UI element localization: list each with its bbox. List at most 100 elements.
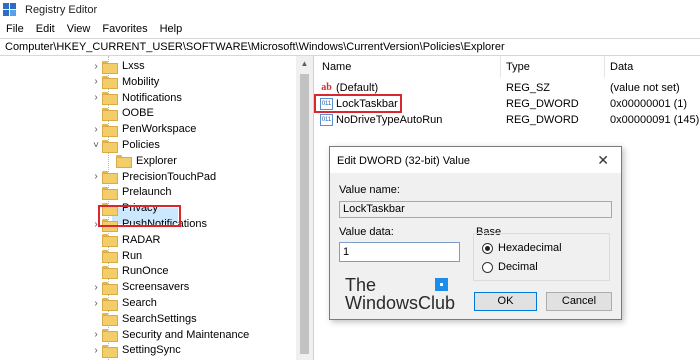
- folder-icon: [102, 186, 118, 200]
- address-bar[interactable]: Computer\HKEY_CURRENT_USER\SOFTWARE\Micr…: [0, 38, 700, 56]
- tree-item-label: PrecisionTouchPad: [122, 170, 217, 183]
- folder-icon: [102, 76, 118, 90]
- tree-item[interactable]: OOBE: [90, 105, 154, 121]
- folder-icon: [102, 329, 118, 343]
- folder-icon: [102, 171, 118, 185]
- folder-icon: [102, 139, 118, 153]
- tree-item[interactable]: RunOnce: [90, 263, 168, 279]
- close-icon[interactable]: ✕: [597, 152, 609, 169]
- value-name: NoDriveTypeAutoRun: [336, 114, 443, 126]
- tree-item[interactable]: › Screensavers: [90, 279, 189, 295]
- tree-item[interactable]: › Security and Maintenance: [90, 327, 249, 343]
- value-data-label: Value data:: [339, 226, 394, 238]
- tree-item-label: Security and Maintenance: [122, 328, 250, 341]
- tree-item-label: Screensavers: [122, 281, 190, 294]
- folder-icon: [102, 281, 118, 295]
- folder-icon: [102, 123, 118, 137]
- column-data[interactable]: Data: [604, 60, 633, 76]
- tree-item-label: OOBE: [122, 107, 154, 120]
- value-type: REG_SZ: [506, 82, 551, 94]
- tree-item[interactable]: RADAR: [90, 232, 161, 248]
- tree-item[interactable]: Explorer: [112, 153, 177, 169]
- value-type: REG_DWORD: [506, 98, 579, 110]
- chevron-right-icon[interactable]: ›: [90, 345, 102, 356]
- menu-bar: File Edit View Favorites Help: [0, 19, 700, 38]
- menu-favorites[interactable]: Favorites: [102, 23, 147, 35]
- tree-item[interactable]: › SettingSync: [90, 342, 181, 358]
- folder-icon: [116, 155, 132, 169]
- folder-icon: [102, 250, 118, 264]
- menu-view[interactable]: View: [67, 23, 91, 35]
- folder-icon: [102, 107, 118, 121]
- tree-item-label: Explorer: [136, 154, 177, 167]
- value-name: (Default): [336, 82, 379, 94]
- tree-item-label: PenWorkspace: [122, 123, 197, 136]
- folder-icon: [102, 60, 118, 74]
- radio-label: Decimal: [498, 261, 538, 273]
- string-value-icon: ab: [321, 82, 332, 93]
- tree-item[interactable]: › Lxss: [90, 58, 145, 74]
- tree-item[interactable]: ˅ Policies: [90, 137, 160, 153]
- radio-unselected-icon[interactable]: [482, 261, 493, 273]
- tree-item[interactable]: › Mobility: [90, 74, 159, 90]
- value-data: 0x00000091 (145): [610, 114, 700, 126]
- value-data-input[interactable]: 1: [339, 242, 460, 262]
- radio-selected-icon[interactable]: [482, 242, 493, 254]
- window-title: Registry Editor: [25, 3, 98, 16]
- tree-item[interactable]: Prelaunch: [90, 184, 172, 200]
- tree-item[interactable]: › Notifications: [90, 90, 182, 106]
- radio-hexadecimal[interactable]: Hexadecimal: [482, 242, 562, 254]
- scroll-thumb[interactable]: [300, 74, 309, 354]
- chevron-right-icon[interactable]: ›: [90, 171, 102, 182]
- tree-item-label: RunOnce: [122, 265, 169, 278]
- tree-item[interactable]: › Search: [90, 295, 157, 311]
- chevron-right-icon[interactable]: ›: [90, 61, 102, 72]
- value-data: 0x00000001 (1): [610, 98, 688, 110]
- value-row[interactable]: 011 NoDriveTypeAutoRun REG_DWORD 0x00000…: [314, 112, 700, 129]
- selected-key-outline: [98, 205, 181, 227]
- dialog-title: Edit DWORD (32-bit) Value: [337, 155, 471, 167]
- column-name[interactable]: Name: [316, 60, 351, 76]
- radio-decimal[interactable]: Decimal: [482, 261, 538, 273]
- tree-item-label: Search: [122, 297, 157, 309]
- list-header: Name Type Data: [314, 56, 700, 78]
- chevron-right-icon[interactable]: ›: [90, 124, 102, 135]
- chevron-right-icon[interactable]: ›: [90, 76, 102, 87]
- folder-icon: [102, 92, 118, 106]
- tree-item-label: SearchSettings: [122, 312, 197, 325]
- title-bar: Registry Editor: [0, 0, 700, 19]
- menu-edit[interactable]: Edit: [36, 23, 55, 35]
- tree-item-label: SettingSync: [122, 344, 181, 357]
- menu-file[interactable]: File: [6, 23, 24, 35]
- chevron-down-icon[interactable]: ˅: [90, 140, 102, 151]
- watermark-line2: WindowsClub: [345, 293, 456, 313]
- tree-item-label: Prelaunch: [122, 186, 172, 199]
- menu-help[interactable]: Help: [160, 23, 183, 35]
- tree-item[interactable]: › PrecisionTouchPad: [90, 169, 216, 185]
- watermark-line1: The: [345, 275, 377, 295]
- key-tree: › Lxss › Mobility › Notifications OOBE › PenWork…: [0, 56, 314, 360]
- value-name-label: Value name:: [339, 184, 400, 196]
- tree-item[interactable]: Run: [90, 248, 142, 264]
- scroll-up-arrow-icon[interactable]: ▲: [296, 56, 313, 72]
- value-name-field: LockTaskbar: [339, 201, 612, 218]
- folder-icon: [102, 344, 118, 358]
- tree-item-label: Mobility: [122, 75, 160, 88]
- tree-item-label: Policies: [122, 139, 160, 151]
- tree-item[interactable]: SearchSettings: [90, 311, 197, 327]
- folder-icon: [102, 234, 118, 248]
- binary-value-icon: 011: [320, 114, 333, 126]
- folder-icon: [102, 297, 118, 311]
- column-type[interactable]: Type: [500, 60, 530, 76]
- cancel-button[interactable]: Cancel: [546, 292, 612, 311]
- chevron-right-icon[interactable]: ›: [90, 329, 102, 340]
- ok-button[interactable]: OK: [474, 292, 537, 311]
- value-highlight-outline: [314, 94, 402, 113]
- tree-scrollbar[interactable]: ▲: [296, 56, 313, 360]
- chevron-right-icon[interactable]: ›: [90, 92, 102, 103]
- chevron-right-icon[interactable]: ›: [90, 298, 102, 309]
- tree-item-label: Run: [122, 249, 143, 262]
- tree-item[interactable]: › PenWorkspace: [90, 121, 196, 137]
- value-type: REG_DWORD: [506, 114, 579, 126]
- chevron-right-icon[interactable]: ›: [90, 282, 102, 293]
